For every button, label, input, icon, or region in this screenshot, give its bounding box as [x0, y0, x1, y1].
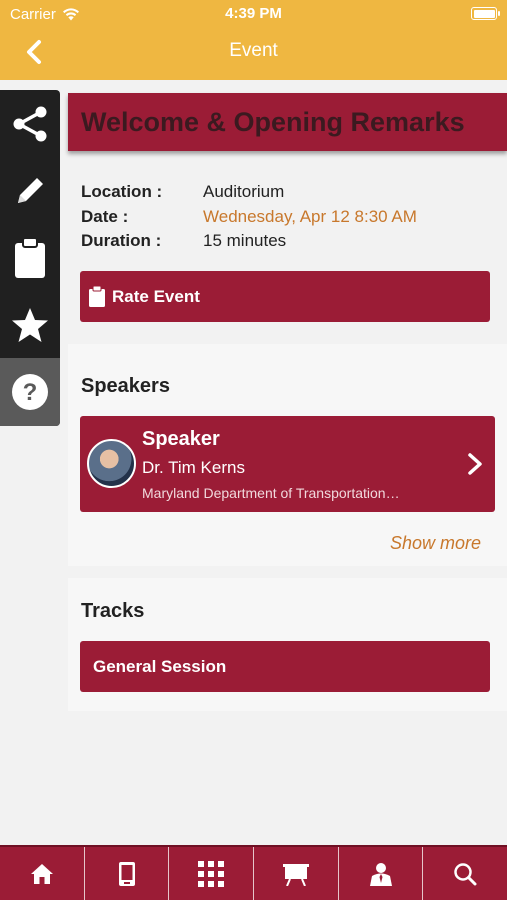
survey-button[interactable]: [0, 224, 60, 291]
speakers-header: Speakers: [81, 375, 170, 397]
help-icon: ?: [12, 374, 48, 410]
svg-text:?: ?: [23, 379, 38, 406]
tab-presentations[interactable]: [254, 847, 339, 900]
share-button[interactable]: [0, 90, 60, 157]
tab-attendees[interactable]: [339, 847, 424, 900]
tab-search[interactable]: [423, 847, 507, 900]
clipboard-icon: [15, 237, 45, 278]
date-value[interactable]: Wednesday, Apr 12 8:30 AM: [203, 207, 417, 232]
event-details: Location : Auditorium Date : Wednesday, …: [81, 182, 417, 256]
grid-icon: [198, 860, 225, 887]
presentation-icon: [282, 863, 309, 886]
date-label: Date :: [81, 206, 129, 226]
top-bar: Carrier 4:39 PM Event: [0, 0, 507, 80]
star-icon: [12, 307, 48, 342]
event-title: Welcome & Opening Remarks: [81, 107, 465, 137]
share-icon: [13, 106, 47, 141]
event-title-bar: Welcome & Opening Remarks: [68, 93, 507, 151]
page-title: Event: [229, 40, 278, 61]
track-general-session[interactable]: General Session: [80, 641, 490, 692]
bottom-tab-bar: [0, 845, 507, 900]
duration-label: Duration :: [81, 231, 162, 250]
status-bar: Carrier 4:39 PM: [0, 0, 507, 28]
rate-event-label: Rate Event: [112, 286, 200, 306]
date-row: Date : Wednesday, Apr 12 8:30 AM: [81, 207, 417, 232]
duration-row: Duration : 15 minutes: [81, 231, 417, 256]
search-icon: [454, 862, 477, 885]
tab-home[interactable]: [0, 847, 85, 900]
pencil-icon: [18, 177, 43, 203]
tracks-header: Tracks: [81, 600, 145, 622]
tracks-section: Tracks General Session: [68, 578, 507, 711]
notes-button[interactable]: [0, 157, 60, 224]
battery-icon: [471, 7, 500, 20]
rate-event-button[interactable]: Rate Event: [80, 271, 490, 322]
speaker-card[interactable]: Speaker Dr. Tim Kerns Maryland Departmen…: [80, 416, 495, 512]
avatar: [87, 439, 136, 488]
home-icon: [30, 863, 53, 884]
clipboard-icon: [89, 286, 105, 307]
speaker-organization: Maryland Department of Transportation…: [142, 485, 400, 501]
side-action-menu: ?: [0, 90, 60, 426]
status-time: 4:39 PM: [225, 5, 282, 22]
attendee-icon: [369, 862, 392, 886]
speaker-name: Dr. Tim Kerns: [142, 458, 245, 477]
duration-value: 15 minutes: [203, 231, 287, 250]
show-more-link[interactable]: Show more: [390, 533, 481, 554]
favorite-button[interactable]: [0, 291, 60, 358]
help-button[interactable]: ?: [0, 358, 60, 426]
location-value: Auditorium: [203, 182, 285, 201]
speaker-role: Speaker: [142, 428, 220, 450]
mobile-icon: [118, 861, 135, 886]
chevron-right-icon: [468, 453, 482, 475]
location-row: Location : Auditorium: [81, 182, 417, 207]
tab-mobile[interactable]: [85, 847, 170, 900]
location-label: Location :: [81, 182, 163, 201]
tab-grid[interactable]: [169, 847, 255, 900]
track-label: General Session: [93, 656, 227, 676]
speakers-section: Speakers Speaker Dr. Tim Kerns Maryland …: [68, 344, 507, 566]
